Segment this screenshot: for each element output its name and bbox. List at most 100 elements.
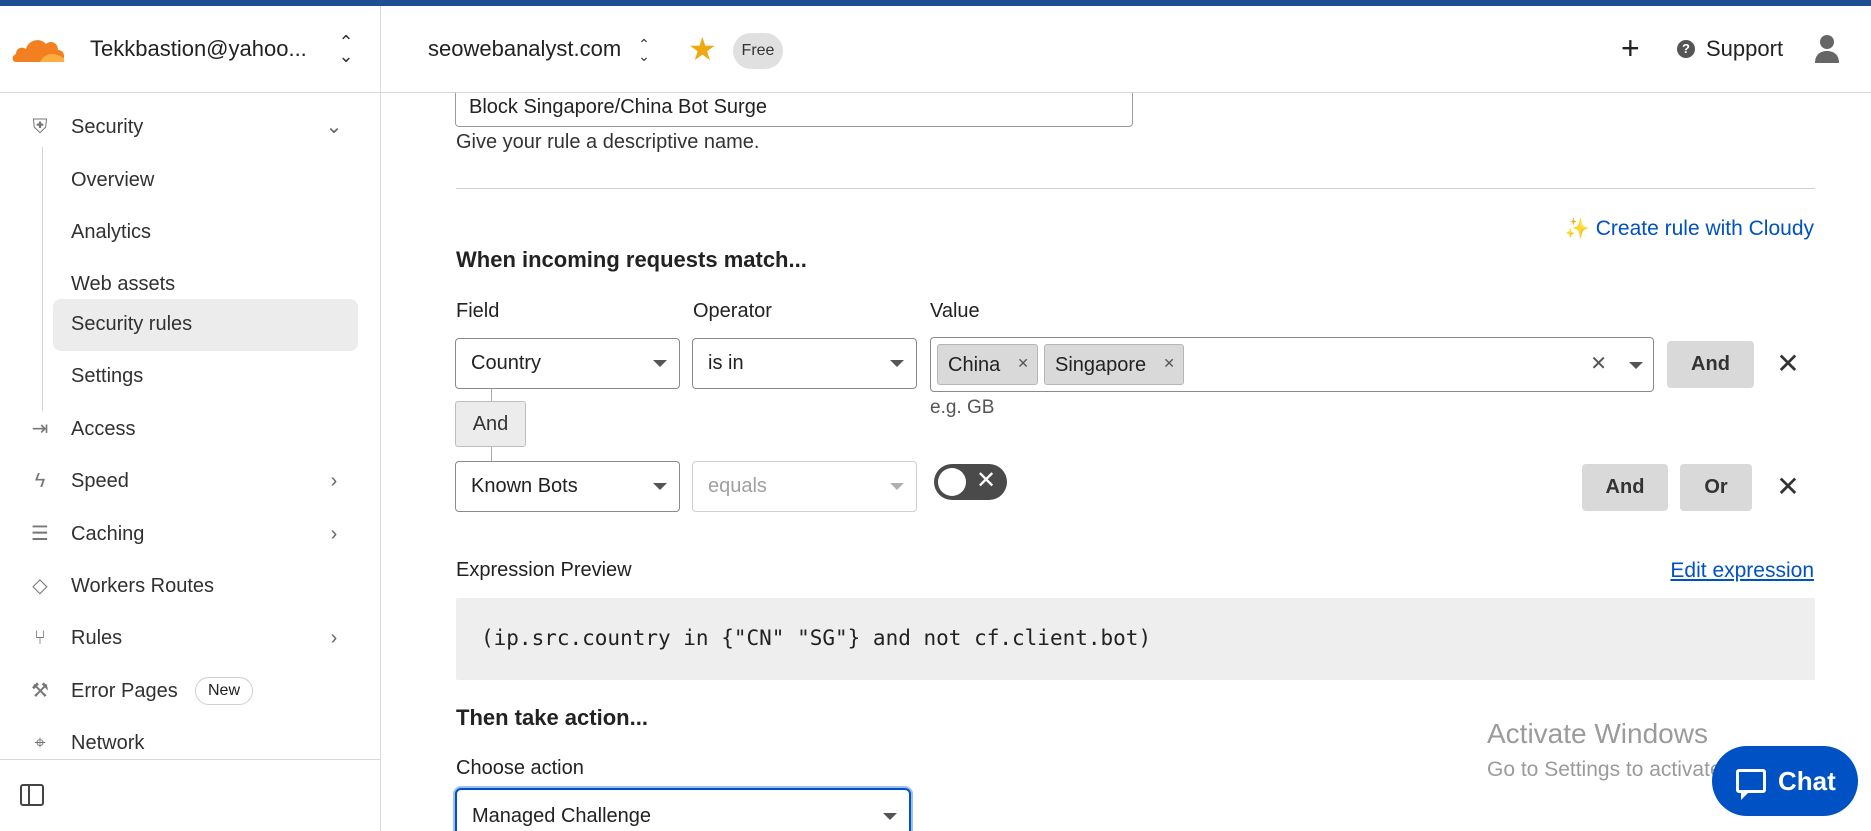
sidebar-footer (0, 759, 380, 831)
and-connector-tag[interactable]: And (455, 401, 526, 447)
caret-down-icon (890, 483, 904, 490)
chat-bubble-icon (1736, 769, 1766, 800)
account-switcher-zone: Tekkbastion@yahoo... ⌃ ⌄ (0, 6, 381, 93)
rule-name-input[interactable]: Block Singapore/China Bot Surge (455, 93, 1133, 127)
workers-icon: ◇ (32, 575, 48, 597)
edit-expression-link[interactable]: Edit expression (1670, 559, 1814, 583)
rules-icon: ⑂ (34, 627, 46, 649)
sidebar-subitem-overview[interactable]: Overview (53, 155, 358, 207)
subitem-label: Analytics (71, 221, 152, 243)
field-select-row2[interactable]: Known Bots (455, 461, 680, 512)
expression-code: (ip.src.country in {"CN" "SG"} and not c… (481, 626, 1152, 650)
field-select-value: Country (471, 352, 542, 374)
and-button-row1[interactable]: And (1667, 341, 1754, 388)
lightning-icon: ϟ (34, 470, 46, 492)
sidebar-subitem-security-rules[interactable]: Security rules (53, 299, 358, 351)
plan-badge: Free (733, 33, 783, 69)
toggle-knob (938, 468, 966, 496)
subitem-label: Web assets (71, 273, 176, 295)
wrench-icon: ⚒ (31, 680, 49, 702)
value-chip-singapore: Singapore ✕ (1044, 344, 1184, 385)
sidebar-item-label: Security (71, 116, 144, 138)
sidebar: ⛨ Security ⌄ Overview Analytics Web asse… (0, 93, 381, 831)
caret-down-icon (883, 813, 897, 820)
cloudflare-logo-icon[interactable] (10, 32, 66, 66)
remove-chip-icon[interactable]: ✕ (1017, 355, 1029, 372)
sidebar-item-workers-routes[interactable]: ◇ Workers Routes (0, 562, 380, 610)
sidebar-item-rules[interactable]: ⑂ Rules › (0, 614, 380, 662)
chat-label: Chat (1778, 766, 1836, 796)
field-column-label: Field (456, 300, 500, 322)
known-bots-toggle[interactable]: ✕ (934, 464, 1007, 500)
collapse-sidebar-icon[interactable] (20, 784, 44, 806)
action-select[interactable]: Managed Challenge (455, 788, 911, 831)
chevron-down-icon[interactable]: ⌄ (324, 115, 344, 139)
domain-switch-chevron-icon[interactable]: ⌃ ⌄ (636, 37, 652, 64)
sidebar-item-label: Network (71, 732, 145, 754)
clear-values-icon[interactable]: ✕ (1590, 351, 1607, 376)
match-section-title: When incoming requests match... (456, 247, 807, 272)
account-name[interactable]: Tekkbastion@yahoo... (90, 36, 307, 62)
chat-button[interactable]: Chat (1712, 746, 1858, 816)
sidebar-item-label: Caching (71, 523, 145, 545)
sidebar-item-speed[interactable]: ϟ Speed › (0, 457, 380, 505)
access-icon: ⇥ (31, 418, 49, 440)
help-circle-icon[interactable]: ? (1677, 40, 1695, 58)
new-badge: New (195, 677, 254, 705)
shield-icon: ⛨ (32, 116, 48, 138)
operator-select-row1[interactable]: is in (692, 338, 917, 389)
star-icon[interactable]: ★ (688, 33, 717, 65)
expression-preview-box: (ip.src.country in {"CN" "SG"} and not c… (456, 598, 1815, 680)
value-column-label: Value (930, 300, 980, 322)
operator-column-label: Operator (693, 300, 772, 322)
action-select-value: Managed Challenge (472, 805, 652, 827)
connector-line (491, 447, 492, 461)
or-button-row2[interactable]: Or (1680, 464, 1752, 511)
support-menu[interactable]: Support (1706, 36, 1783, 62)
sidebar-item-access[interactable]: ⇥ Access (0, 405, 380, 453)
subitem-label: Settings (71, 365, 144, 387)
divider (456, 188, 1815, 189)
user-profile-icon[interactable] (1814, 34, 1840, 64)
sidebar-subitem-settings[interactable]: Settings (53, 351, 358, 403)
operator-select-value: equals (708, 475, 767, 497)
chevron-right-icon[interactable]: › (324, 469, 344, 493)
chevron-right-icon[interactable]: › (324, 626, 344, 650)
domain-name[interactable]: seowebanalyst.com (428, 36, 621, 62)
sidebar-item-error-pages[interactable]: ⚒ Error Pages New (0, 667, 380, 715)
rule-name-help: Give your rule a descriptive name. (456, 131, 760, 153)
sidebar-item-label: Rules (71, 627, 123, 649)
chip-label: China (948, 354, 1001, 376)
remove-row2-icon[interactable]: ✕ (1774, 473, 1802, 501)
account-switch-chevron-icon[interactable]: ⌃ ⌄ (336, 33, 356, 65)
cloudy-link-label: Create rule with Cloudy (1595, 217, 1814, 240)
choose-action-label: Choose action (456, 757, 584, 779)
caret-down-icon (653, 483, 667, 490)
operator-select-row2: equals (692, 461, 917, 512)
sidebar-item-label: Access (71, 418, 136, 440)
subitem-label: Security rules (71, 313, 193, 335)
value-chip-china: China ✕ (937, 344, 1038, 385)
caret-down-icon (653, 360, 667, 367)
chip-label: Singapore (1055, 354, 1147, 376)
top-header: Tekkbastion@yahoo... ⌃ ⌄ seowebanalyst.co… (0, 6, 1871, 93)
field-select-value: Known Bots (471, 475, 578, 497)
windows-activation-watermark-title: Activate Windows (1487, 718, 1708, 749)
sidebar-subitem-analytics[interactable]: Analytics (53, 207, 358, 259)
add-plus-icon[interactable]: + (1621, 32, 1640, 64)
create-rule-with-cloudy-link[interactable]: ✨ Create rule with Cloudy (1565, 216, 1814, 241)
sparkle-icon: ✨ (1564, 218, 1590, 240)
field-select-row1[interactable]: Country (455, 338, 680, 389)
remove-chip-icon[interactable]: ✕ (1163, 355, 1175, 372)
toggle-off-x-icon: ✕ (976, 467, 997, 494)
chevron-right-icon[interactable]: › (324, 522, 344, 546)
and-button-row2[interactable]: And (1582, 464, 1668, 511)
sidebar-item-security[interactable]: ⛨ Security ⌄ (0, 103, 380, 151)
database-icon: ☰ (31, 523, 49, 545)
remove-row1-icon[interactable]: ✕ (1774, 350, 1802, 378)
value-multiselect[interactable]: China ✕ Singapore ✕ ✕ (930, 337, 1654, 392)
caret-down-icon[interactable] (1629, 362, 1643, 369)
sidebar-item-caching[interactable]: ☰ Caching › (0, 510, 380, 558)
sidebar-item-label: Workers Routes (71, 575, 215, 597)
location-pin-icon: ⌖ (34, 732, 46, 754)
